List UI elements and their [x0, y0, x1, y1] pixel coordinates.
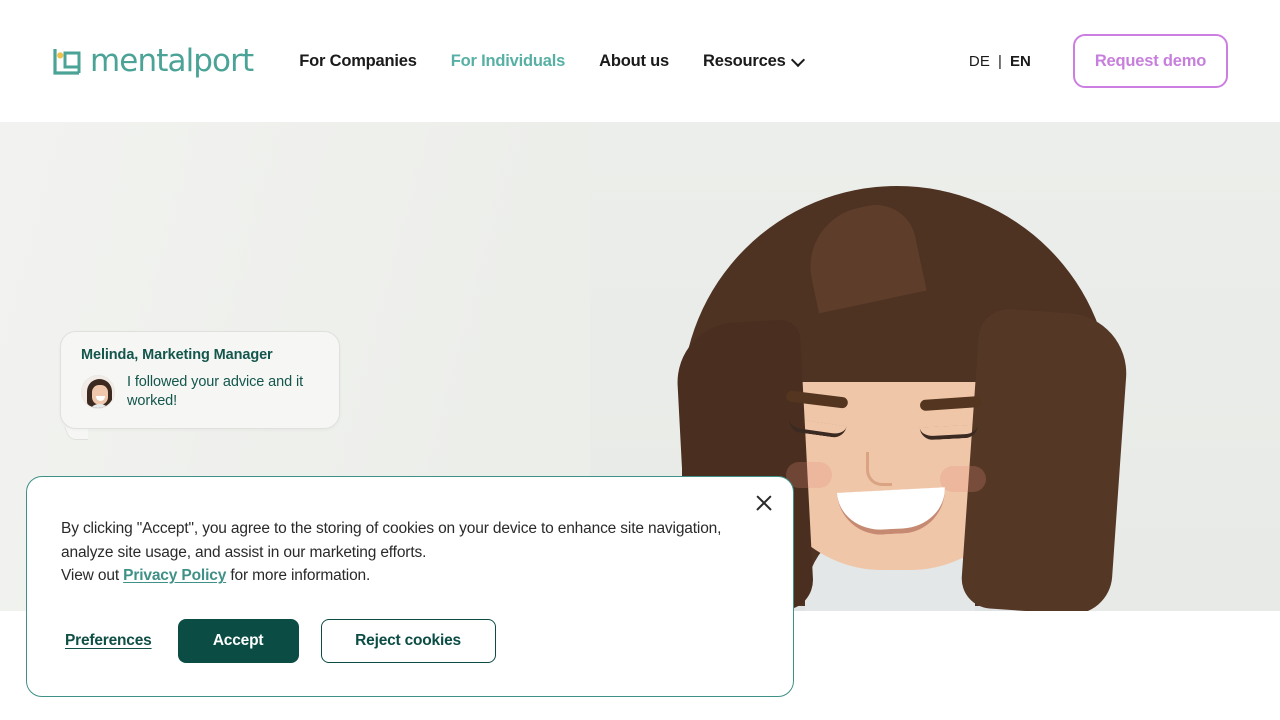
cookie-banner-body: By clicking "Accept", you agree to the s… [61, 520, 722, 561]
accept-button[interactable]: Accept [177, 618, 299, 663]
nav-item-resources[interactable]: Resources [703, 52, 804, 71]
cookie-banner-view-suffix: for more information. [226, 567, 371, 585]
user-avatar-photo [81, 375, 115, 410]
nav-label: For Individuals [450, 51, 566, 70]
brand-logo[interactable]: mentalport [52, 42, 254, 79]
nav-label: Resources [703, 51, 786, 70]
language-switcher: DE | EN [969, 53, 1031, 70]
brand-wordmark: mentalport [90, 42, 254, 79]
portrait-hair-right [959, 307, 1131, 611]
main-navigation: For Companies For Individuals About us R… [299, 52, 803, 71]
portrait-cheek-left [786, 462, 832, 488]
reject-cookies-button[interactable]: Reject cookies [320, 618, 496, 663]
language-option-en[interactable]: EN [1010, 53, 1031, 70]
nav-item-about-us[interactable]: About us [599, 52, 669, 71]
site-header: mentalport For Companies For Individuals… [0, 0, 1280, 122]
language-option-de[interactable]: DE [969, 53, 990, 70]
cookie-consent-banner: By clicking "Accept", you agree to the s… [26, 476, 794, 697]
nav-item-for-individuals[interactable]: For Individuals [450, 51, 566, 71]
bubble-author-name: Melinda, Marketing Manager [81, 347, 273, 363]
privacy-policy-link[interactable]: Privacy Policy [123, 567, 226, 584]
nav-label: About us [599, 51, 669, 70]
cookie-banner-actions: Preferences Accept Reject cookies [61, 618, 749, 663]
portrait-nose [866, 452, 892, 486]
cookie-banner-view-prefix: View out [61, 567, 124, 585]
bubble-message: I followed your advice and it worked! [127, 374, 304, 410]
cookie-banner-text: By clicking "Accept", you agree to the s… [61, 517, 749, 588]
request-demo-button[interactable]: Request demo [1073, 34, 1228, 88]
preferences-button[interactable]: Preferences [61, 632, 156, 650]
testimonial-speech-bubble: Melinda, Marketing Manager I followed yo… [60, 331, 340, 429]
language-separator: | [997, 52, 1002, 70]
bracket-dot-logo-icon [52, 46, 82, 76]
close-icon[interactable] [751, 490, 777, 516]
nav-label: For Companies [299, 51, 417, 70]
nav-item-for-companies[interactable]: For Companies [299, 52, 417, 71]
portrait-cheek-right [940, 466, 986, 492]
bubble-content-row: I followed your advice and it worked! [81, 373, 321, 412]
header-right-group: DE | EN Request demo [969, 34, 1228, 88]
speech-bubble-tail [62, 427, 88, 453]
chevron-down-icon [793, 54, 804, 65]
